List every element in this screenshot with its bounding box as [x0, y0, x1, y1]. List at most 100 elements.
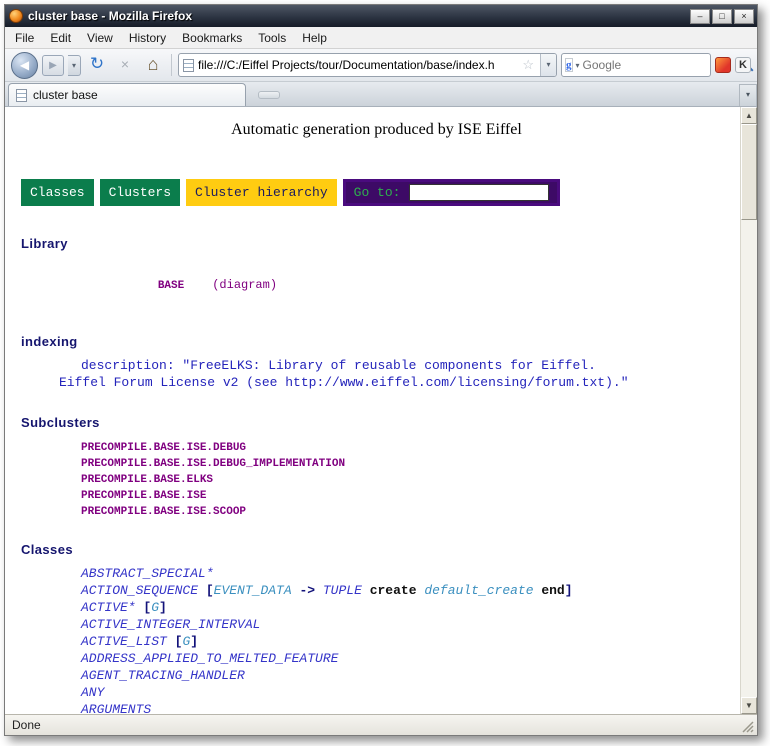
class-link[interactable]: ADDRESS_APPLIED_TO_MELTED_FEATURE — [81, 651, 338, 666]
library-row: BASE (diagram) — [81, 259, 740, 310]
vertical-scrollbar: ▲ ▼ — [740, 107, 757, 714]
stop-icon[interactable]: × — [113, 53, 137, 77]
classes-nav-button[interactable]: Classes — [21, 179, 94, 206]
subcluster-link[interactable]: PRECOMPILE.BASE.ISE.SCOOP — [81, 506, 246, 518]
bracket-open: [ — [198, 583, 214, 598]
diagram-link[interactable]: (diagram) — [212, 278, 277, 292]
subcluster-item: PRECOMPILE.BASE.ELKS — [81, 470, 740, 486]
subcluster-item: PRECOMPILE.BASE.ISE.DEBUG_IMPLEMENTATION — [81, 454, 740, 470]
resize-grip[interactable] — [741, 720, 755, 734]
search-bar: g ▾ — [561, 53, 711, 77]
page-favicon — [183, 59, 194, 72]
extension-icon-red[interactable] — [715, 57, 731, 73]
indexing-heading: indexing — [21, 334, 740, 349]
close-button[interactable]: × — [734, 9, 754, 24]
cluster-hierarchy-nav-button[interactable]: Cluster hierarchy — [186, 179, 337, 206]
home-icon[interactable]: ⌂ — [141, 53, 165, 77]
keyword-end: end — [534, 583, 565, 598]
indexing-line-2: Eiffel Forum License v2 (see http://www.… — [59, 374, 740, 391]
scrollbar-track[interactable] — [741, 124, 757, 697]
class-link[interactable]: ABSTRACT_SPECIAL* — [81, 566, 214, 581]
class-link[interactable]: ACTIVE* — [81, 600, 136, 615]
classes-heading: Classes — [21, 542, 740, 557]
browser-window: cluster base - Mozilla Firefox – □ × Fil… — [4, 4, 758, 736]
bracket-close: ] — [159, 600, 167, 615]
menu-edit[interactable]: Edit — [42, 29, 79, 47]
scroll-down-icon[interactable]: ▼ — [741, 697, 757, 714]
tab-strip-handle[interactable] — [258, 91, 280, 99]
class-list-item: ADDRESS_APPLIED_TO_MELTED_FEATURE — [81, 650, 740, 667]
constraint-arrow: -> — [292, 583, 323, 598]
goto-box: Go to: — [343, 179, 561, 206]
doc-nav-row: Classes Clusters Cluster hierarchy Go to… — [21, 179, 740, 206]
toolbar-separator — [171, 54, 172, 76]
menu-view[interactable]: View — [79, 29, 121, 47]
bracket-close: ] — [190, 634, 198, 649]
firefox-icon[interactable] — [9, 9, 23, 23]
class-list-item: ACTION_SEQUENCE [EVENT_DATA -> TUPLE cre… — [81, 582, 740, 599]
class-link[interactable]: ACTIVE_INTEGER_INTERVAL — [81, 617, 260, 632]
class-link[interactable]: ACTION_SEQUENCE — [81, 583, 198, 598]
class-list-item: ANY — [81, 684, 740, 701]
class-link[interactable]: TUPLE — [323, 583, 362, 598]
tab-label: cluster base — [33, 88, 98, 102]
subcluster-link[interactable]: PRECOMPILE.BASE.ISE.DEBUG_IMPLEMENTATION — [81, 458, 345, 470]
keyword-create: create — [362, 583, 424, 598]
tab-strip: cluster base ▾ — [5, 82, 757, 107]
reload-icon[interactable]: ↻ — [85, 53, 109, 77]
status-bar: Done — [5, 714, 757, 735]
menu-file[interactable]: File — [7, 29, 42, 47]
class-link[interactable]: ARGUMENTS — [81, 702, 151, 714]
class-list-item: ACTIVE_LIST [G] — [81, 633, 740, 650]
search-engine-dropdown[interactable]: ▾ — [576, 61, 580, 70]
bracket-close: ] — [565, 583, 573, 598]
scrollbar-thumb[interactable] — [741, 124, 757, 220]
clusters-nav-button[interactable]: Clusters — [100, 179, 180, 206]
subcluster-link[interactable]: PRECOMPILE.BASE.ISE — [81, 490, 206, 502]
page-banner: Automatic generation produced by ISE Eif… — [13, 121, 740, 139]
tab-cluster-base[interactable]: cluster base — [8, 83, 246, 106]
window-controls: – □ × — [690, 9, 754, 24]
subcluster-item: PRECOMPILE.BASE.ISE.SCOOP — [81, 502, 740, 518]
menu-help[interactable]: Help — [294, 29, 335, 47]
indexing-line-1: description: "FreeELKS: Library of reusa… — [81, 357, 740, 374]
web-page: Automatic generation produced by ISE Eif… — [5, 107, 740, 714]
url-dropdown-button[interactable]: ▾ — [540, 54, 556, 76]
menu-history[interactable]: History — [121, 29, 174, 47]
subclusters-heading: Subclusters — [21, 415, 740, 430]
class-link[interactable]: ACTIVE_LIST — [81, 634, 167, 649]
scroll-up-icon[interactable]: ▲ — [741, 107, 757, 124]
maximize-button[interactable]: □ — [712, 9, 732, 24]
google-engine-icon[interactable]: g — [565, 58, 573, 72]
goto-label: Go to: — [354, 185, 401, 200]
forward-button[interactable]: ▶ — [42, 55, 64, 76]
subcluster-item: PRECOMPILE.BASE.ISE.DEBUG — [81, 438, 740, 454]
minimize-button[interactable]: – — [690, 9, 710, 24]
goto-input[interactable] — [409, 184, 549, 201]
base-cluster-link[interactable]: BASE — [158, 280, 184, 292]
bracket-open: [ — [136, 600, 152, 615]
menu-tools[interactable]: Tools — [250, 29, 294, 47]
history-dropdown-button[interactable]: ▾ — [68, 55, 81, 76]
class-link[interactable]: ANY — [81, 685, 104, 700]
bracket-open: [ — [167, 634, 183, 649]
navigation-toolbar: ◀ ▶ ▾ ↻ × ⌂ ☆ ▾ g ▾ K — [5, 49, 757, 82]
menu-bookmarks[interactable]: Bookmarks — [174, 29, 250, 47]
content-area: Automatic generation produced by ISE Eif… — [5, 107, 757, 714]
generic-param: EVENT_DATA — [214, 583, 292, 598]
class-link[interactable]: AGENT_TRACING_HANDLER — [81, 668, 245, 683]
class-list-item: ABSTRACT_SPECIAL* — [81, 565, 740, 582]
class-list-item: AGENT_TRACING_HANDLER — [81, 667, 740, 684]
tab-favicon — [16, 89, 27, 102]
class-list-item: ARGUMENTS — [81, 701, 740, 714]
title-bar[interactable]: cluster base - Mozilla Firefox – □ × — [5, 5, 757, 27]
subcluster-link[interactable]: PRECOMPILE.BASE.ELKS — [81, 474, 213, 486]
list-all-tabs-button[interactable]: ▾ — [739, 84, 757, 106]
generic-param: G — [151, 600, 159, 615]
class-list-item: ACTIVE_INTEGER_INTERVAL — [81, 616, 740, 633]
back-button[interactable]: ◀ — [11, 52, 38, 79]
bookmark-star-icon[interactable]: ☆ — [520, 57, 536, 73]
url-input[interactable] — [198, 58, 516, 72]
subcluster-link[interactable]: PRECOMPILE.BASE.ISE.DEBUG — [81, 442, 246, 454]
extension-icon-k[interactable]: K — [735, 57, 751, 73]
